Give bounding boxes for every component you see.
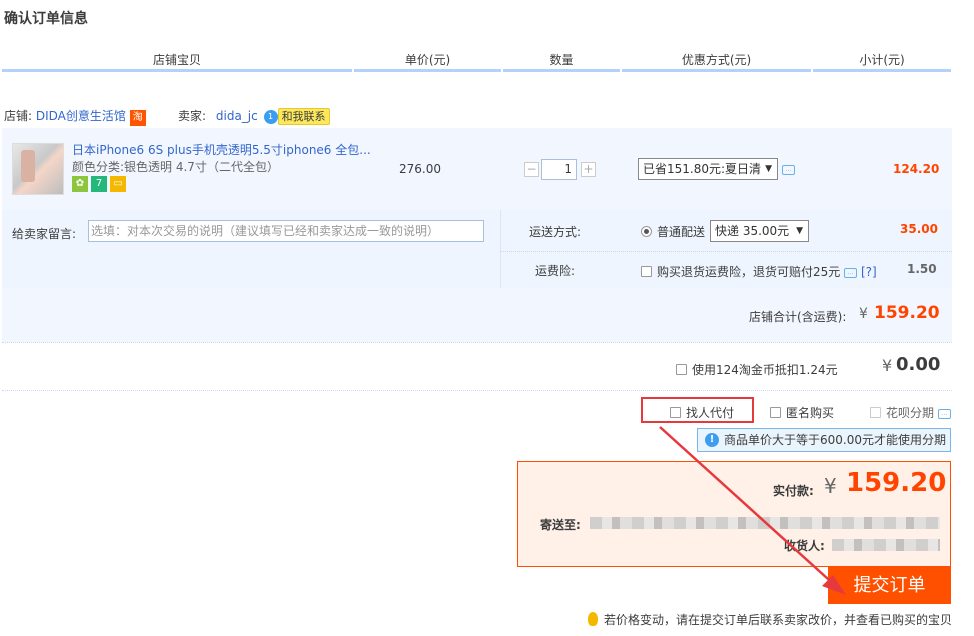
submit-order-button[interactable]: 提交订单 [828,567,951,604]
header-divider [622,69,811,72]
chat-bubble-icon[interactable]: … [782,165,795,175]
header-divider [2,69,352,72]
installment-checkbox[interactable] [870,407,881,418]
product-title-link[interactable]: 日本iPhone6 6S plus手机壳透明5.5寸iphone6 全包... [72,141,371,158]
shipping-select-value: 快递 35.00元 [715,224,790,238]
installment-notice-text: 商品单价大于等于600.00元才能使用分期 [724,433,946,447]
guarantee-icon: ✿ [72,176,88,192]
insurance-checkbox[interactable] [641,266,652,277]
anonymous-option[interactable]: 匿名购买 [770,404,834,421]
shop-total-label: 店铺合计(含运费): [749,310,847,324]
contact-seller-button[interactable]: 和我联系 [277,108,330,125]
message-label: 给卖家留言: [12,227,77,241]
page-title: 确认订单信息 [4,11,88,27]
lightbulb-icon [588,612,598,626]
shipping-option[interactable]: 普通配送 [641,223,705,240]
seller-row: 卖家: dida_jc 1 和我联系 [178,107,330,125]
insurance-help-link[interactable]: [?] [861,265,877,279]
chat-bubble-icon[interactable]: … [937,408,951,419]
chevron-down-icon: ▼ [765,164,772,174]
proxy-pay-label: 找人代付 [686,406,735,420]
chat-bubble-icon[interactable]: … [844,267,858,278]
anonymous-label: 匿名购买 [786,406,835,420]
column-header-subtotal: 小计(元) [859,53,905,67]
header-divider [354,69,501,72]
credit-card-icon: ▭ [110,176,126,192]
message-to-seller-input[interactable]: 选填：对本次交易的说明（建议填写已经和卖家达成一致的说明） [88,220,484,242]
info-icon: ! [705,433,719,447]
footer-tip: 若价格变动，请在提交订单后联系卖家改价，并查看已购买的宝贝 [588,611,952,628]
column-header-item: 店铺宝贝 [152,53,201,67]
coins-text: 使用124淘金币抵扣1.24元 [692,363,838,377]
shipping-cost: 35.00 [900,222,938,236]
shipping-radio[interactable] [641,226,652,237]
receiver-redacted [832,539,940,551]
dotted-divider [2,342,952,343]
shop-name-link[interactable]: DIDA创意生活馆 [36,109,126,123]
coins-option[interactable]: 使用124淘金币抵扣1.24元 [676,361,838,378]
proxy-pay-checkbox[interactable] [670,407,681,418]
section-divider [500,210,501,288]
seven-day-return-icon: 7 [91,176,107,192]
quantity-input[interactable]: 1 [541,159,577,180]
column-header-discount: 优惠方式(元) [681,53,752,67]
ship-to-label: 寄送至: [540,518,581,532]
shop-total-currency: ¥ [859,306,868,322]
taobao-shop-badge: 淘 [129,110,146,126]
installment-notice: ! 商品单价大于等于600.00元才能使用分期 [697,428,951,452]
dotted-divider [2,390,952,391]
anonymous-checkbox[interactable] [770,407,781,418]
discount-select[interactable]: 已省151.80元:夏日清 ▼ [638,158,778,180]
column-header-quantity: 数量 [549,53,574,67]
installment-label: 花呗分期 [886,406,935,420]
column-header-unit-price: 单价(元) [404,53,451,67]
receiver-label: 收货人: [784,539,825,553]
shop-row: 店铺: DIDA创意生活馆 淘 [4,107,146,126]
header-divider [813,69,951,72]
payment-amount: 159.20 [846,468,947,498]
service-icons: ✿ 7 ▭ [72,175,129,192]
shop-total-amount: 159.20 [874,303,940,323]
installment-option[interactable]: 花呗分期 … [870,404,951,421]
item-subtotal: 124.20 [893,162,940,176]
payment-currency: ¥ [824,474,837,498]
payment-label: 实付款: [773,484,814,498]
coins-currency: ¥ [882,356,893,375]
product-sku: 颜色分类:银色透明 4.7寸（二代全包） [72,160,279,174]
wangwang-icon[interactable]: 1 [263,109,278,124]
footer-tip-text: 若价格变动，请在提交订单后联系卖家改价，并查看已购买的宝贝 [604,613,953,627]
header-divider [503,69,620,72]
address-redacted [590,517,940,529]
shipping-select[interactable]: 快递 35.00元 ▼ [710,220,809,242]
discount-select-value: 已省151.80元:夏日清 [643,162,762,176]
shipping-method-label: 运送方式: [529,225,582,239]
insurance-text: 购买退货运费险，退货可赔付25元 [657,265,841,279]
quantity-decrease-button[interactable]: − [524,162,539,177]
unit-price-value: 276.00 [399,162,441,176]
shipping-option-label: 普通配送 [657,225,706,239]
shop-label: 店铺: [4,109,33,123]
insurance-option[interactable]: 购买退货运费险，退货可赔付25元 … [?] [641,263,877,280]
coins-checkbox[interactable] [676,364,687,375]
product-thumbnail[interactable] [12,143,64,195]
proxy-pay-option[interactable]: 找人代付 [670,404,734,421]
quantity-increase-button[interactable]: + [581,162,596,177]
seller-label: 卖家: [178,109,207,123]
chevron-down-icon: ▼ [796,226,803,236]
insurance-cost: 1.50 [907,262,937,276]
seller-name-link[interactable]: dida_jc [216,109,258,123]
coins-amount: 0.00 [896,354,941,375]
insurance-label: 运费险: [535,264,576,278]
dotted-divider [500,251,952,252]
